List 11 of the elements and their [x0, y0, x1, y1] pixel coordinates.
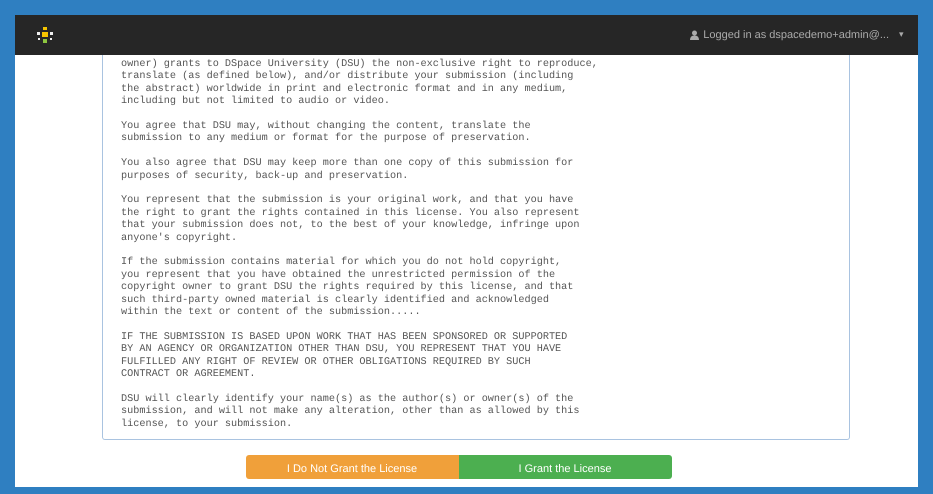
- license-paragraph: If the submission contains material for which you do not hold copyright, you represent that you have obtained the unrestricted permission of the copyright owner to grant DSU the rights required by this license, and that such third-party owned material is clearly identified and acknowledged within the text or content of the submission.....: [121, 257, 574, 320]
- license-paragraph: IF THE SUBMISSION IS BASED UPON WORK THAT HAS BEEN SPONSORED OR SUPPORTED BY AN AGENCY OR ORGANIZATION OTHER THAN DSU, YOU REPRESENT THAT YOU HAVE FULFILLED ANY RIGHT OF REVIEW OR OTHER OBLIGATIONS REQUIRED BY SUCH CONTRACT OR AGREEMENT.: [121, 332, 568, 382]
- license-paragraph: You also agree that DSU may keep more than one copy of this submission for purposes of security, back-up and preservation.: [121, 158, 574, 184]
- user-icon: [690, 30, 700, 40]
- caret-icon[interactable]: ▾: [899, 28, 904, 42]
- logo-icon[interactable]: [37, 27, 53, 43]
- user-menu-link[interactable]: Logged in as dspacedemo+admin@...: [703, 26, 889, 44]
- license-paragraph: You agree that DSU may, without changing the content, translate the submission to any medium or format for the purpose of preservation.: [121, 121, 532, 146]
- license-paragraph: DSU will clearly identify your name(s) as the author(s) or owner(s) of the submission, and will not make any alteration, other than as allowed by this license, to your submission.: [121, 394, 581, 432]
- license-paragraph: owner) grants to DSpace University (DSU) the non-exclusive right to reproduce, translate (as defined below), and/or distribute your submission (including the abstract) worldwide in print and electronic format and in any medium, including but not limited to audio or video.: [121, 59, 599, 109]
- license-paragraph: You represent that the submission is your original work, and that you have the right to grant the rights contained in this license. You also represent that your submission does not, to the best of your knowledge, infringe upon anyone's copyright.: [121, 195, 581, 246]
